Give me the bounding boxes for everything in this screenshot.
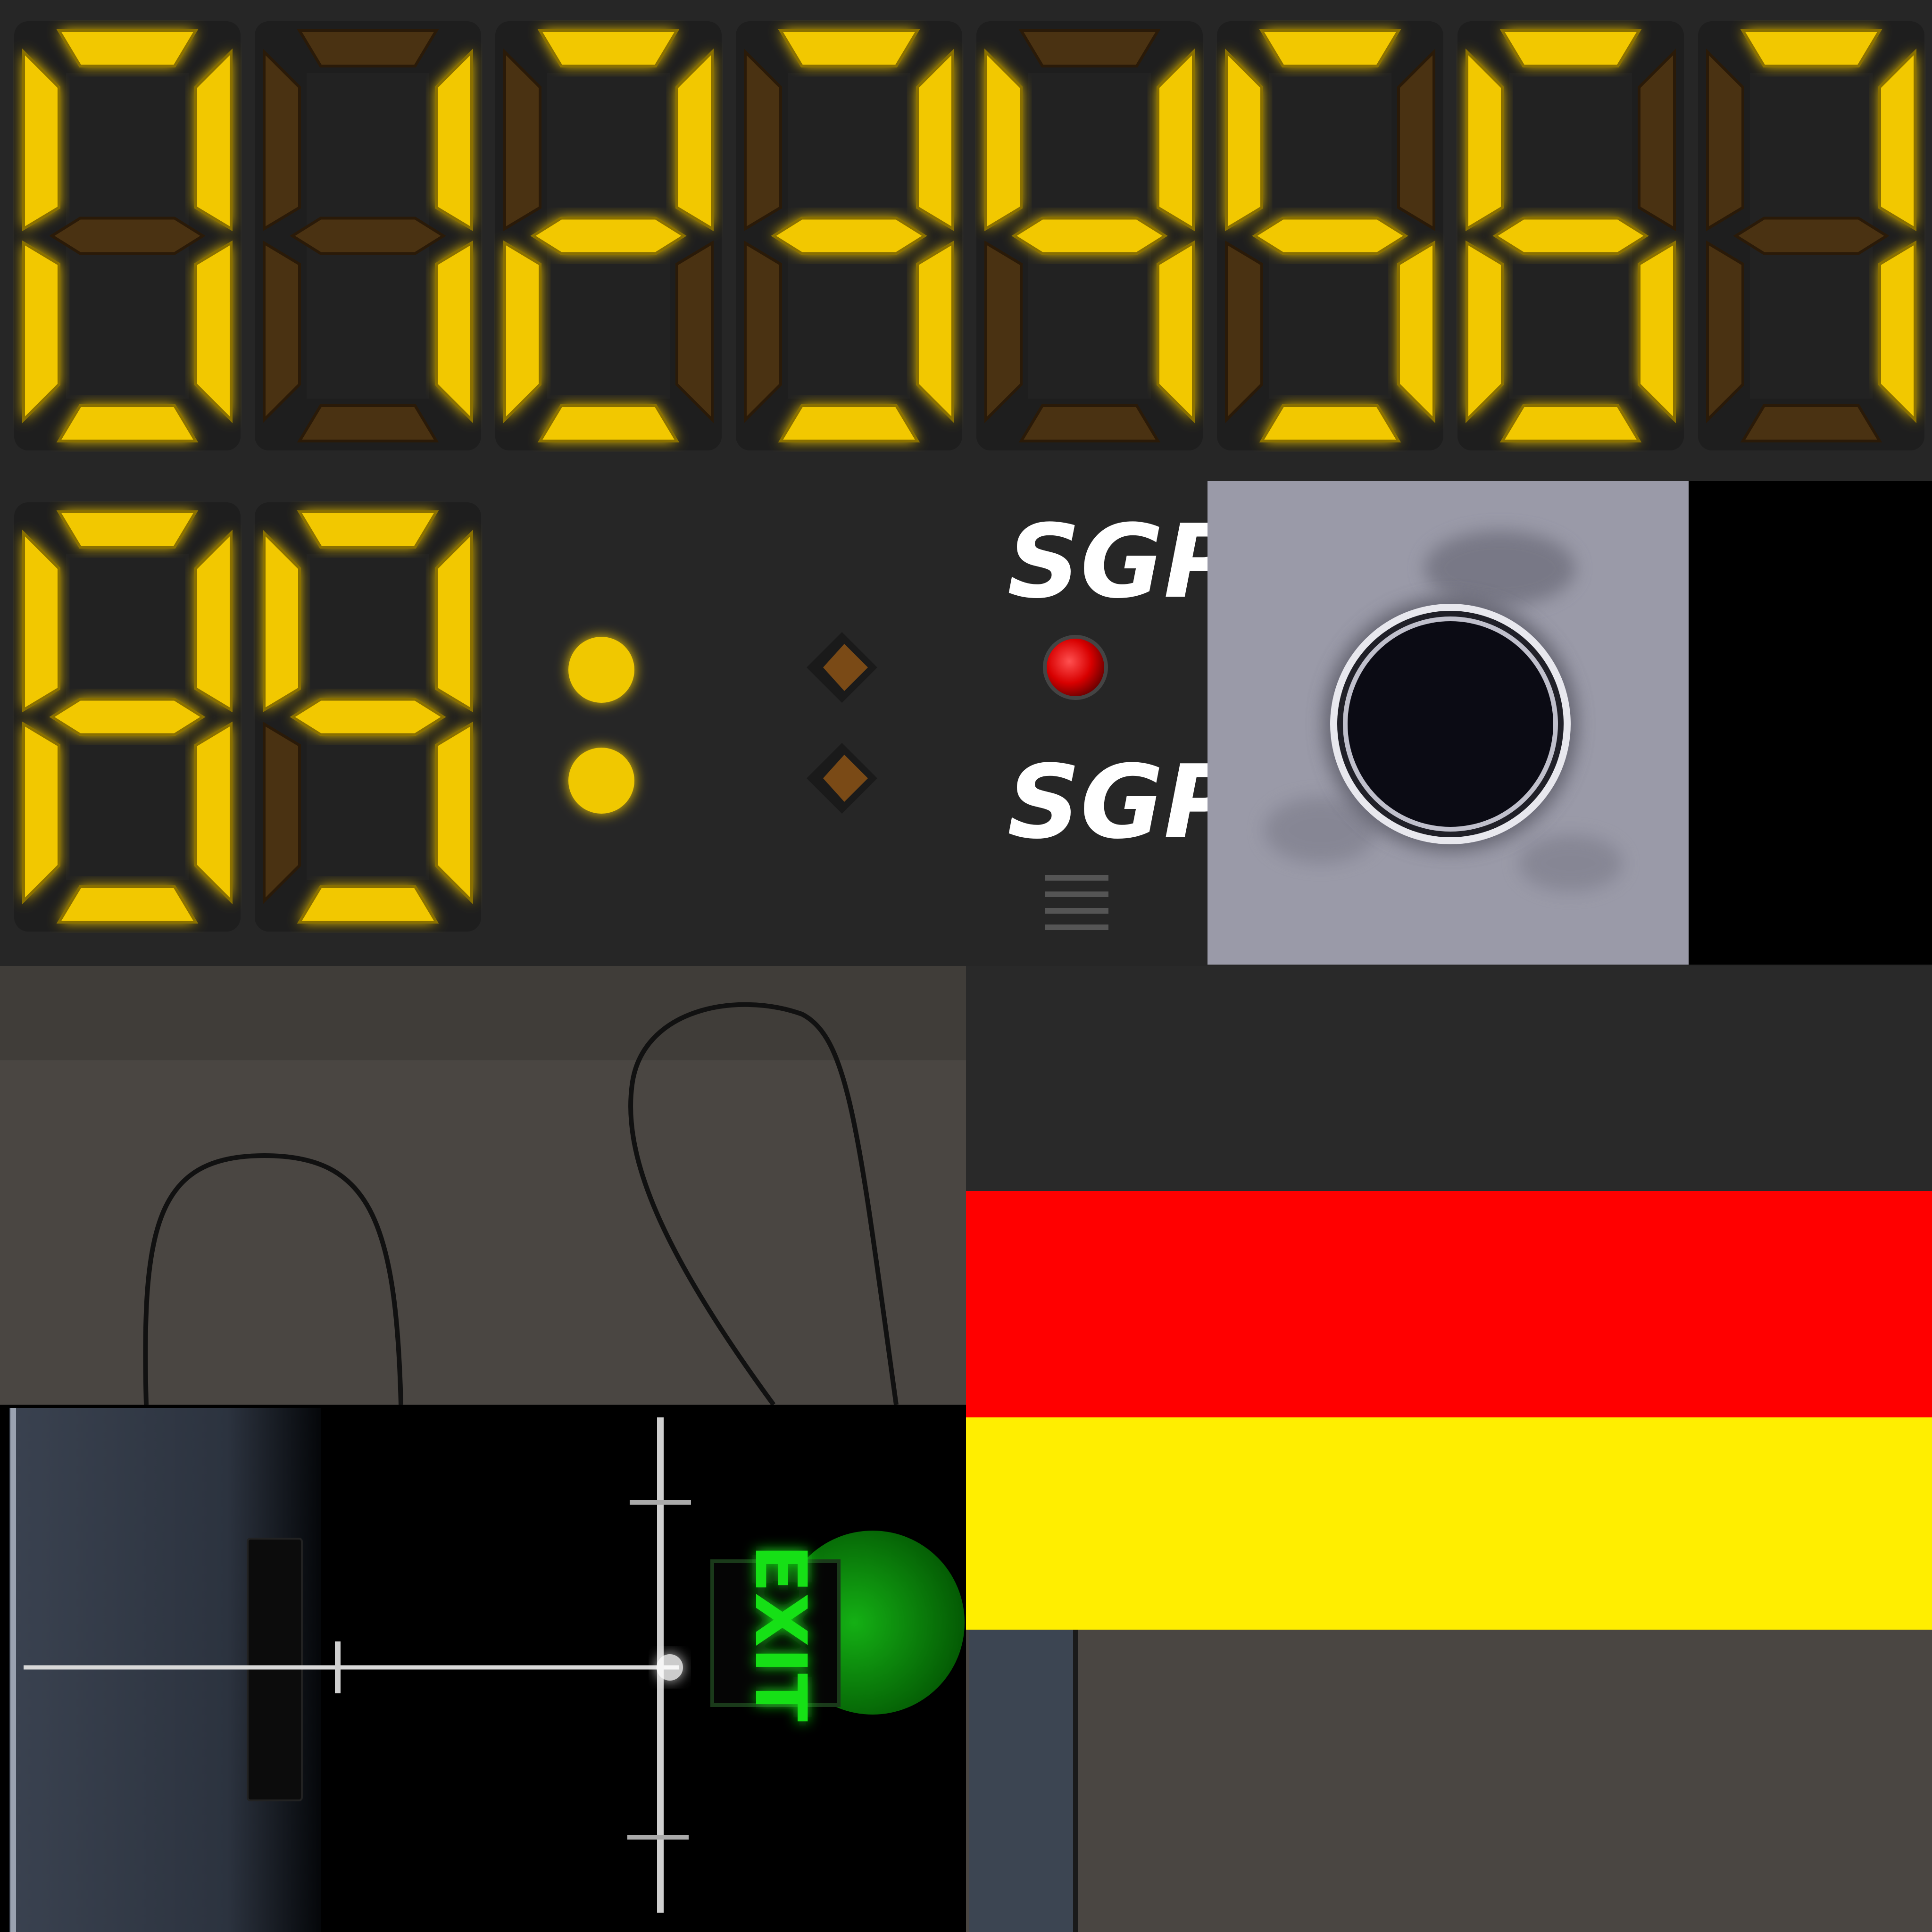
digit-5 [1217, 21, 1443, 450]
segment-g-off [1733, 217, 1890, 255]
segment-d-on [56, 404, 199, 442]
segment-a-on [537, 29, 680, 67]
red-led [1043, 635, 1108, 700]
segment-g-off [290, 217, 446, 255]
speaker-hole [1348, 621, 1553, 827]
segment-d-on [537, 404, 680, 442]
segment-d-off [1018, 404, 1161, 442]
speaker-plate [1208, 481, 1689, 965]
segment-a-on [1740, 29, 1882, 67]
black-block [1689, 481, 1932, 965]
flag-stripe-yellow [966, 1417, 1932, 1630]
digit-2 [495, 21, 722, 450]
digit-8 [14, 502, 241, 932]
exit-sign-text: EXIT [739, 1544, 821, 1722]
flag-stripe-red [966, 1191, 1932, 1420]
segment-a-on [1499, 29, 1642, 67]
segment-d-on [297, 885, 439, 924]
segment-g-on [1252, 217, 1408, 255]
segment-a-off [1018, 29, 1161, 67]
segment-d-off [1740, 404, 1882, 442]
yellow-led-top [568, 637, 634, 703]
segment-g-off [49, 217, 206, 255]
segment-a-on [56, 510, 199, 549]
segment-d-off [297, 404, 439, 442]
segment-g-on [530, 217, 687, 255]
segment-d-on [778, 404, 920, 442]
flag-lower-wall [966, 1630, 1932, 1932]
segment-d-on [56, 885, 199, 924]
segment-g-on [1492, 217, 1649, 255]
segment-d-on [1499, 404, 1642, 442]
segment-a-on [778, 29, 920, 67]
yellow-led-bottom [568, 748, 634, 814]
sgp-logo-bottom: SGP [1008, 743, 1238, 861]
segment-a-off [297, 29, 439, 67]
segment-g-on [1011, 217, 1168, 255]
flag-pole-base [969, 1630, 1073, 1932]
segment-d-on [1259, 404, 1401, 442]
sgp-logo-top: SGP [1008, 502, 1238, 621]
digit-0 [14, 21, 241, 450]
digit-3 [736, 21, 962, 450]
digit-1 [255, 21, 481, 450]
digit-9 [255, 502, 481, 932]
segment-a-on [297, 510, 439, 549]
segment-g-on [771, 217, 927, 255]
segment-a-on [1259, 29, 1401, 67]
segment-g-on [49, 698, 206, 736]
texture-atlas: SGP SGP EXIT [0, 0, 1932, 1932]
digit-6 [1457, 21, 1684, 450]
digit-7 [1698, 21, 1924, 450]
digit-4 [976, 21, 1203, 450]
flag-stripe-black [966, 966, 1932, 1192]
segment-g-on [290, 698, 446, 736]
segment-a-on [56, 29, 199, 67]
